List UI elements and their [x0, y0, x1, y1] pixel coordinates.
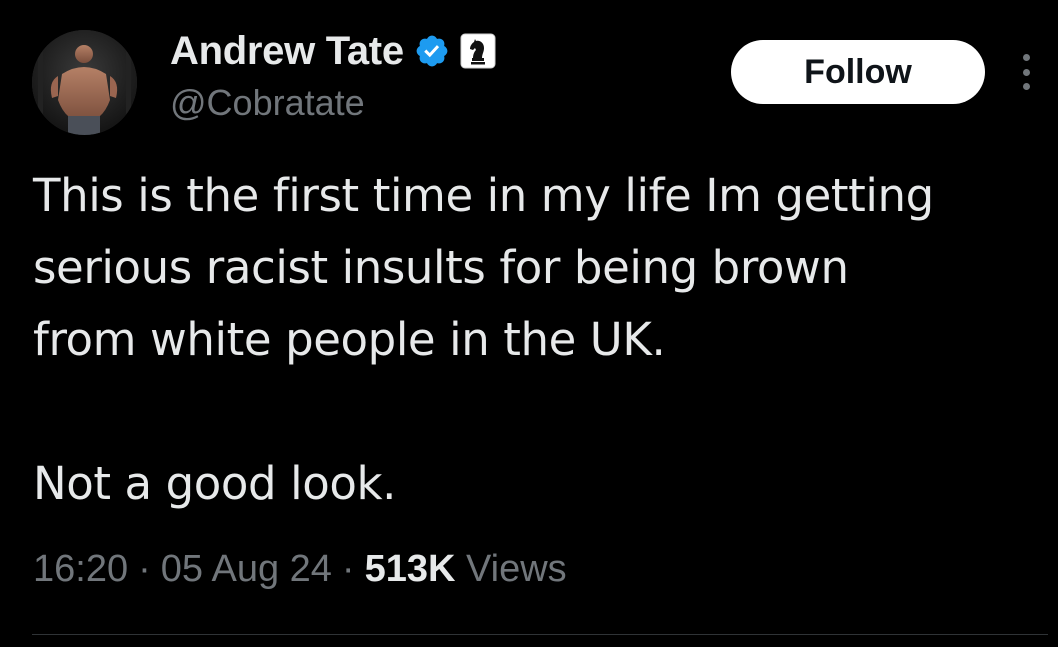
views-count[interactable]: 513K: [365, 548, 456, 590]
verified-badge-icon[interactable]: [414, 33, 450, 69]
tweet-line: This is the first time in my life Im get…: [33, 169, 934, 222]
tweet-blank-line: [33, 376, 1043, 448]
tweet-date[interactable]: 05 Aug 24: [161, 548, 332, 591]
avatar-photo: [32, 30, 137, 135]
tweet-line: serious racist insults for being brown: [33, 241, 849, 294]
chess-knight-icon[interactable]: [460, 33, 496, 69]
author-name-row[interactable]: Andrew Tate: [170, 26, 496, 76]
avatar[interactable]: [32, 30, 137, 135]
tweet-text: This is the first time in my life Im get…: [33, 160, 1043, 520]
user-handle[interactable]: @Cobratate: [170, 82, 365, 124]
tweet-line: from white people in the UK.: [33, 313, 666, 366]
tweet-time[interactable]: 16:20: [33, 548, 128, 591]
divider: [32, 634, 1048, 635]
display-name[interactable]: Andrew Tate: [170, 29, 404, 74]
tweet-line: Not a good look.: [33, 457, 397, 510]
follow-button[interactable]: Follow: [731, 40, 985, 104]
views-label[interactable]: Views: [466, 548, 567, 590]
meta-separator: ·: [341, 548, 355, 590]
more-dot: [1022, 68, 1030, 76]
more-dot: [1022, 83, 1030, 90]
meta-separator: ·: [138, 548, 151, 590]
more-dot: [1022, 54, 1030, 61]
tweet-meta: 16:20 · 05 Aug 24 · 513K Views: [33, 548, 567, 591]
more-vertical-icon[interactable]: [1016, 52, 1036, 92]
